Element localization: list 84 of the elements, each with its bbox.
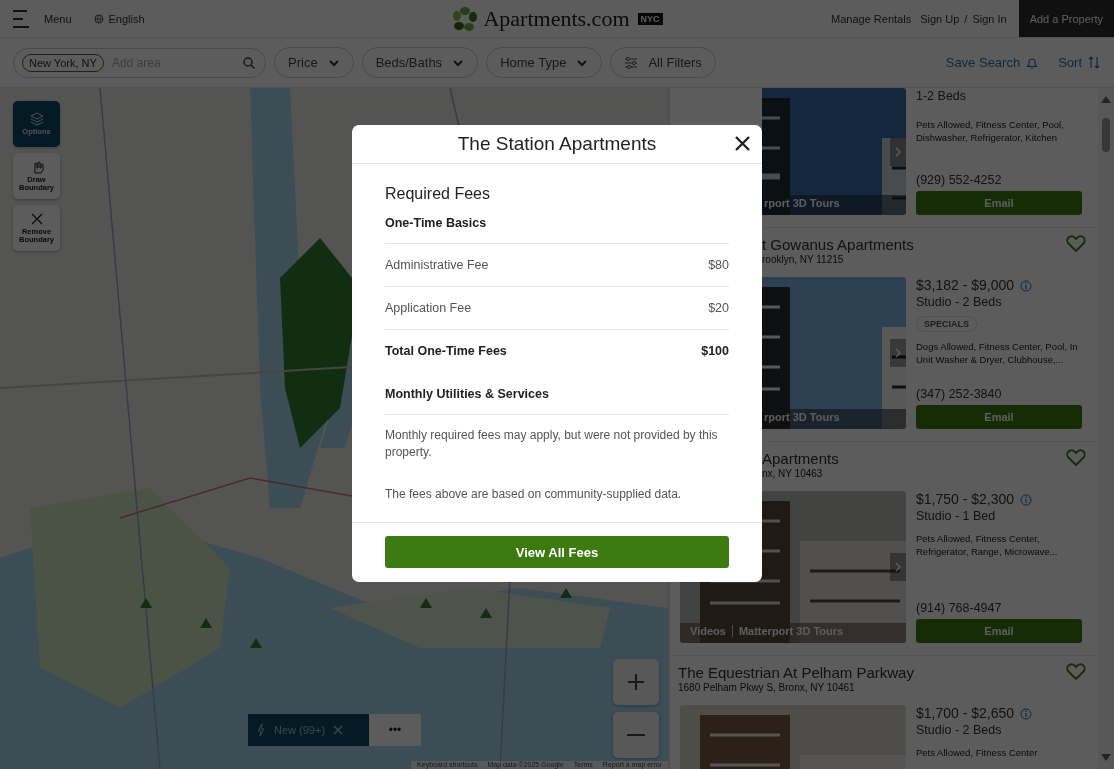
- scrollbar-thumb[interactable]: [1102, 118, 1110, 152]
- amenities-text: Pets Allowed, Fitness Center, Pool, Dishwasher, Refrigerator, Kitchen: [916, 118, 1065, 144]
- info-icon[interactable]: [1020, 707, 1033, 720]
- city-badge: NYC: [637, 12, 663, 25]
- listing-address: nx, NY 10463: [762, 468, 824, 480]
- listing-title[interactable]: Apartments: [762, 449, 1066, 468]
- listing-price: $3,182 - $9,000: [916, 277, 1015, 294]
- info-icon[interactable]: [1020, 493, 1033, 506]
- info-icon[interactable]: [1020, 279, 1033, 292]
- amenities-text: Pets Allowed, Fitness Center, Refrigerator, Range, Microwave...: [916, 532, 1059, 558]
- bed-count: Studio - 1 Bed: [916, 508, 997, 524]
- bed-count: Studio - 2 Beds: [916, 294, 1003, 310]
- group-heading: Monthly Utilities & Services: [385, 386, 729, 415]
- fee-amount: $100: [701, 344, 729, 358]
- filter-dropdown[interactable]: Home Type: [486, 47, 603, 78]
- amenities-text: Pets Allowed, Fitness Center: [916, 746, 1039, 759]
- sort-icon: [1088, 56, 1100, 69]
- fee-label: Administrative Fee: [385, 258, 489, 272]
- heart-icon[interactable]: [1066, 235, 1086, 253]
- globe-icon: [93, 13, 104, 24]
- more-button[interactable]: •••: [369, 714, 421, 746]
- amenities-text: Dogs Allowed, Fitness Center, Pool, In Unit Washer & Dryer, Clubhouse,...: [916, 340, 1079, 366]
- remove-icon: [29, 212, 44, 227]
- listing-price: $1,700 - $2,650: [916, 705, 1015, 722]
- leaf-logo-icon: [451, 4, 480, 33]
- all-filters-button[interactable]: All Filters: [610, 47, 716, 78]
- listing-title[interactable]: t Gowanus Apartments: [762, 235, 1066, 254]
- scroll-up-icon: [1101, 96, 1111, 103]
- bed-count: Studio - 2 Beds: [916, 722, 1003, 738]
- plus-icon: [627, 673, 645, 691]
- minus-icon: [627, 734, 645, 736]
- filter-dropdown[interactable]: Price: [274, 47, 354, 78]
- fee-label: Application Fee: [385, 301, 472, 315]
- link-separator: /: [964, 12, 968, 25]
- layers-icon: [29, 112, 44, 127]
- email-button[interactable]: Email: [916, 191, 1082, 215]
- phone-number[interactable]: (347) 252-3840: [916, 386, 1082, 402]
- nav-link[interactable]: Manage Rentals: [831, 12, 912, 25]
- view-all-fees-button[interactable]: View All Fees: [385, 536, 729, 568]
- phone-number[interactable]: (929) 552-4252: [916, 172, 1082, 188]
- scroll-down-icon: [1101, 754, 1111, 761]
- dialog-title: The Station Apartments: [457, 133, 657, 155]
- email-button[interactable]: Email: [916, 619, 1082, 643]
- chevron-right-icon: [895, 348, 901, 358]
- close-icon: [333, 725, 344, 735]
- heart-icon[interactable]: [1066, 663, 1086, 681]
- zoom-in-button[interactable]: [613, 659, 659, 705]
- lightning-icon: [256, 723, 266, 737]
- close-button[interactable]: [735, 136, 750, 151]
- email-button[interactable]: Email: [916, 405, 1082, 429]
- zoom-out-button[interactable]: [613, 712, 659, 758]
- bell-icon: [1026, 56, 1039, 69]
- footnote-text: The fees above are based on community-supplied data.: [385, 486, 683, 503]
- add-property-button[interactable]: Add a Property: [1018, 0, 1114, 37]
- fee-amount: $20: [708, 301, 729, 315]
- chevron-down-icon: [452, 57, 465, 68]
- listing-price: $1,750 - $2,300: [916, 491, 1015, 508]
- listing-address: rooklyn, NY 11215: [762, 254, 845, 266]
- chevron-down-icon: [327, 57, 340, 68]
- chevron-right-icon: [895, 562, 901, 572]
- fee-note: Monthly required fees may apply, but were not provided by this property.: [385, 427, 719, 461]
- chevron-right-icon: [895, 146, 901, 157]
- language-button[interactable]: English: [93, 12, 145, 25]
- nav-link[interactable]: Sign In: [972, 12, 1007, 25]
- close-icon: [735, 136, 750, 151]
- fee-label: Total One-Time Fees: [385, 344, 507, 358]
- group-heading: One-Time Basics: [385, 215, 729, 244]
- listing-title[interactable]: The Equestrian At Pelham Parkway: [678, 663, 1066, 682]
- bed-count: 1-2 Beds: [916, 88, 968, 104]
- menu-button[interactable]: Menu: [12, 7, 72, 30]
- listing-address: 1680 Pelham Pkwy S, Bronx, NY 10461: [678, 682, 856, 694]
- search-icon: [243, 56, 255, 69]
- chevron-down-icon: [576, 57, 589, 68]
- logo-text: Apartments.com: [483, 5, 630, 32]
- scrollbar[interactable]: [1098, 88, 1114, 769]
- phone-number[interactable]: (914) 768-4947: [916, 600, 1082, 616]
- fee-amount: $80: [708, 258, 729, 272]
- heart-icon[interactable]: [1066, 449, 1086, 467]
- menu-icon: [12, 7, 30, 30]
- section-heading: Required Fees: [385, 184, 491, 204]
- filter-dropdown[interactable]: Beds/Baths: [361, 47, 479, 78]
- media-tag[interactable]: Videos: [690, 625, 726, 637]
- nav-link[interactable]: Sign Up: [920, 12, 960, 25]
- sliders-icon: [624, 56, 639, 69]
